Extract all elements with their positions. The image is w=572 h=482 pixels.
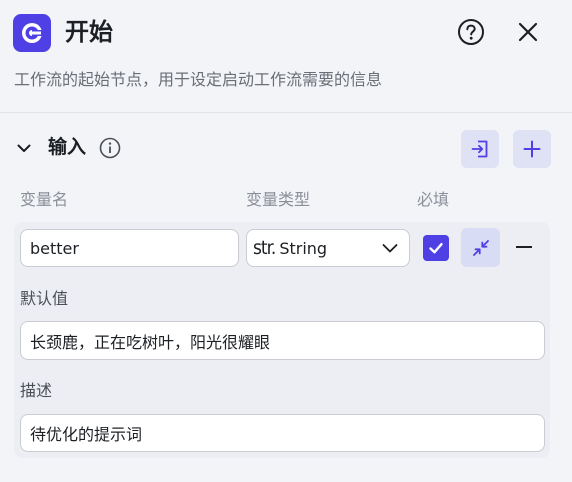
header-divider <box>0 112 572 113</box>
required-checkbox[interactable] <box>423 235 449 261</box>
add-variable-button[interactable] <box>513 130 551 168</box>
page-title: 开始 <box>65 18 113 46</box>
import-variables-button[interactable] <box>461 130 499 168</box>
variable-type-select[interactable]: str. String <box>246 229 410 267</box>
description-label: 描述 <box>20 381 53 400</box>
column-header-type: 变量类型 <box>246 190 311 209</box>
close-icon <box>518 22 538 42</box>
description-input[interactable]: 待优化的提示词 <box>20 414 545 452</box>
node-description: 工作流的起始节点，用于设定启动工作流需要的信息 <box>14 70 383 89</box>
inputs-info-button[interactable] <box>98 136 122 160</box>
collapse-arrows-icon <box>472 239 489 256</box>
info-circle-icon <box>99 137 121 159</box>
variable-name-input[interactable]: better <box>20 229 239 267</box>
minus-icon <box>516 246 532 248</box>
start-node-logo-icon <box>13 14 51 52</box>
start-node-panel: 开始 工作流的起始节点，用于设定启动工作流需要的信息 输入 变量名 变量类型 必… <box>0 0 572 482</box>
column-header-required: 必填 <box>417 190 450 209</box>
default-value-label: 默认值 <box>20 289 69 308</box>
remove-variable-button[interactable] <box>511 234 537 260</box>
inputs-section-title: 输入 <box>48 136 87 158</box>
section-collapse-toggle[interactable] <box>13 137 35 159</box>
chevron-down-icon <box>17 144 31 152</box>
default-value-input[interactable]: 长颈鹿，正在吃树叶，阳光很耀眼 <box>20 321 545 360</box>
chevron-down-icon <box>382 244 398 253</box>
column-header-name: 变量名 <box>20 190 69 209</box>
checkmark-icon <box>429 243 443 254</box>
variable-type-label: String <box>279 239 328 258</box>
variable-type-value: str. String <box>253 237 327 259</box>
question-circle-icon <box>458 19 484 45</box>
plus-icon <box>523 140 541 158</box>
help-button[interactable] <box>456 17 486 47</box>
collapse-variable-button[interactable] <box>461 228 500 267</box>
close-button[interactable] <box>513 17 543 47</box>
import-icon <box>471 140 488 158</box>
string-type-icon: str. <box>253 237 276 259</box>
